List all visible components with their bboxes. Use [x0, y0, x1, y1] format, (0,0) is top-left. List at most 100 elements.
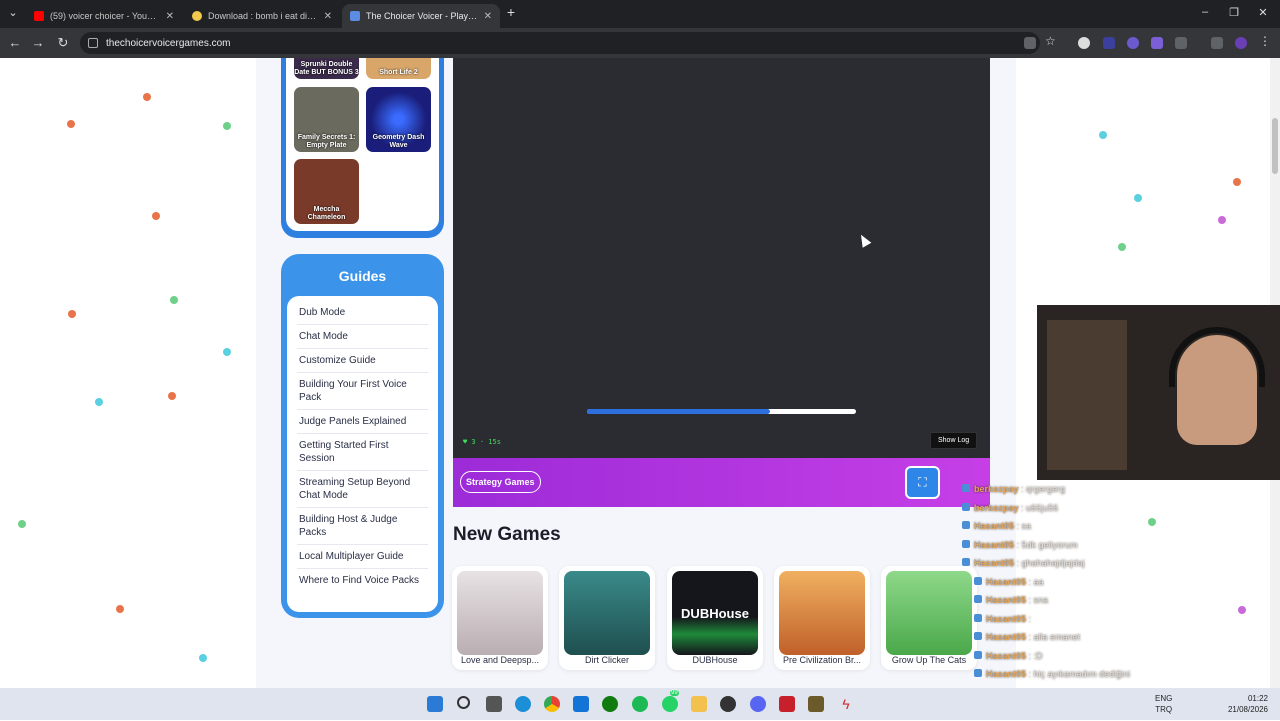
- region-code: TRQ: [1155, 705, 1173, 714]
- close-icon[interactable]: ✕: [324, 11, 332, 22]
- tab-search-icon[interactable]: ⌄: [6, 6, 20, 19]
- guide-link[interactable]: Streaming Setup Beyond Chat Mode: [297, 471, 428, 508]
- game-thumb-label: Sprunki Double Date BUT BONUS 3: [294, 61, 359, 76]
- address-bar[interactable]: thechoicervoicergames.com: [80, 32, 1040, 54]
- category-tag[interactable]: Strategy Games: [460, 471, 541, 493]
- chat-platform-icon: [962, 539, 970, 548]
- confetti-dot: [170, 296, 178, 304]
- youtube-icon: [34, 11, 44, 21]
- guide-link[interactable]: Judge Panels Explained: [297, 410, 428, 434]
- reload-icon[interactable]: ↻: [55, 35, 71, 51]
- confetti-dot: [143, 93, 151, 101]
- system-clock[interactable]: 01:22 21/08/2026: [1212, 693, 1268, 715]
- minimize-icon[interactable]: –: [1198, 6, 1212, 18]
- task-view-icon[interactable]: [486, 696, 502, 712]
- extension-icon[interactable]: [1078, 37, 1090, 49]
- game-thumb-label: Short Life 2: [379, 68, 418, 76]
- guide-link[interactable]: Building Your First Voice Pack: [297, 373, 428, 410]
- chat-platform-icon: [974, 632, 982, 640]
- obs-icon[interactable]: [720, 696, 736, 712]
- menu-icon[interactable]: ⋮: [1259, 34, 1271, 48]
- guide-link[interactable]: Customize Guide: [297, 349, 428, 373]
- language-indicator[interactable]: ENG TRQ: [1155, 693, 1172, 715]
- guide-link[interactable]: Chat Mode: [297, 325, 428, 349]
- back-icon[interactable]: ←: [7, 35, 23, 50]
- show-log-button[interactable]: Show Log: [930, 432, 978, 449]
- guide-link[interactable]: Where to Find Voice Packs: [297, 569, 428, 592]
- restore-icon[interactable]: ❐: [1227, 6, 1241, 19]
- chat-text: : u66ju56: [1021, 502, 1059, 513]
- search-icon[interactable]: [457, 696, 470, 709]
- loading-progress-fill: [587, 409, 770, 414]
- chat-message: Hasant05 : alla emanet: [962, 628, 1142, 647]
- scrollbar-thumb[interactable]: [1272, 118, 1278, 174]
- bookmark-star-icon[interactable]: ☆: [1045, 34, 1057, 48]
- chat-username: Hasant05: [974, 539, 1015, 550]
- discord-icon[interactable]: [750, 696, 766, 712]
- extensions-puzzle-icon[interactable]: [1175, 37, 1187, 49]
- whatsapp-icon[interactable]: 99: [662, 690, 679, 712]
- confetti-dot: [1099, 131, 1107, 139]
- tab-choicer-voicer[interactable]: The Choicer Voicer - Play Game ✕: [342, 4, 500, 28]
- guide-link[interactable]: Dub Mode: [297, 296, 428, 325]
- game-thumb-meccha[interactable]: Meccha Chameleon: [294, 159, 359, 224]
- fullscreen-icon[interactable]: ⛶: [905, 466, 940, 499]
- new-tab-button[interactable]: +: [504, 4, 518, 20]
- chat-username: Hasant05: [974, 521, 1015, 531]
- confetti-dot: [223, 348, 231, 356]
- spotify-icon[interactable]: [632, 696, 648, 712]
- new-games-heading: New Games: [453, 524, 561, 545]
- confetti-dot: [68, 310, 76, 318]
- stream-chat-overlay: berkozpay : qrgergerg berkozpay : u66ju56…: [962, 480, 1142, 721]
- close-window-icon[interactable]: ✕: [1256, 6, 1270, 19]
- xbox-icon[interactable]: [602, 696, 618, 712]
- chrome-icon[interactable]: [544, 696, 560, 712]
- edge-icon[interactable]: [515, 696, 531, 712]
- game-frame[interactable]: ♥ 3 · 15s Show Log: [453, 58, 990, 458]
- guides-panel: Guides Dub Mode Chat Mode Customize Guid…: [281, 254, 444, 618]
- tab-download[interactable]: Download : bomb i eat dirt (du ✕: [184, 4, 340, 28]
- guide-link[interactable]: Local Multiplayer Guide: [297, 545, 428, 569]
- extension-icon[interactable]: [1103, 37, 1115, 49]
- chat-username: Hasant05: [986, 650, 1027, 661]
- game-card-logo: DUBHouse: [681, 605, 749, 621]
- game-card[interactable]: Dirt Clicker: [559, 566, 655, 670]
- guide-link[interactable]: Building Host & Judge Packs: [297, 508, 428, 545]
- extension-icon[interactable]: [1127, 37, 1139, 49]
- guide-link[interactable]: Getting Started First Session: [297, 434, 428, 471]
- start-icon[interactable]: [427, 696, 443, 712]
- game-thumb-geometry-dash[interactable]: Geometry Dash Wave: [366, 87, 431, 152]
- app-icon[interactable]: ϟ: [838, 696, 854, 712]
- game-card[interactable]: Pre Civilization Br...: [774, 566, 870, 670]
- app-icon[interactable]: [808, 696, 824, 712]
- download-icon[interactable]: [1211, 37, 1223, 49]
- chat-platform-icon: [962, 502, 970, 511]
- chat-message: berkozpay : qrgergerg: [962, 480, 1142, 499]
- game-thumb-short-life[interactable]: Short Life 2: [366, 58, 431, 79]
- tray-icons[interactable]: [1090, 698, 1150, 710]
- game-thumb-family-secrets[interactable]: Family Secrets 1: Empty Plate: [294, 87, 359, 152]
- close-icon[interactable]: ✕: [166, 11, 174, 22]
- tab-youtube[interactable]: (59) voicer choicer - YouTube ✕: [26, 4, 182, 28]
- site-info-icon[interactable]: [88, 38, 98, 48]
- forward-icon[interactable]: →: [30, 35, 46, 50]
- loading-progress-bar: [587, 409, 856, 414]
- profile-avatar[interactable]: [1235, 37, 1247, 49]
- game-thumb-label: Family Secrets 1: Empty Plate: [297, 134, 356, 149]
- game-card[interactable]: Love and Deepsp...: [452, 566, 548, 670]
- game-thumb-sprunki[interactable]: Sprunki Double Date BUT BONUS 3: [294, 58, 359, 79]
- moon-icon: [192, 11, 202, 21]
- file-explorer-icon[interactable]: [691, 696, 707, 712]
- confetti-dot: [1118, 243, 1126, 251]
- outlook-icon[interactable]: [573, 696, 589, 712]
- chat-text: : alla emanet: [1028, 632, 1081, 642]
- chat-username: berkozpay: [974, 502, 1019, 513]
- game-card-image: [886, 571, 972, 655]
- confetti-dot: [168, 392, 176, 400]
- translate-icon[interactable]: [1024, 37, 1036, 49]
- app-icon[interactable]: [779, 696, 795, 712]
- extension-icon[interactable]: [1151, 37, 1163, 49]
- close-icon[interactable]: ✕: [484, 11, 492, 22]
- game-category-bar: Strategy Games ⛶: [453, 458, 990, 507]
- game-card[interactable]: DUBHouse DUBHouse: [667, 566, 763, 670]
